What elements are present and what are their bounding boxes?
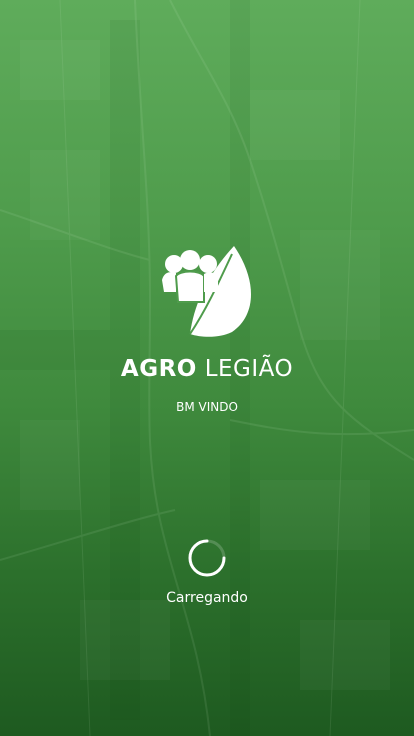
app-title-light: LEGIÃO — [204, 356, 294, 382]
app-title: AGRO LEGIÃO — [0, 354, 414, 384]
welcome-text: BM VINDO — [176, 400, 238, 414]
spinner-icon — [188, 539, 226, 577]
loading-label: Carregando — [166, 590, 248, 606]
splash-screen: AGRO LEGIÃO BM VINDO Carregando — [0, 0, 414, 736]
app-title-bold: AGRO — [120, 356, 197, 382]
people-leaf-icon — [162, 246, 251, 337]
